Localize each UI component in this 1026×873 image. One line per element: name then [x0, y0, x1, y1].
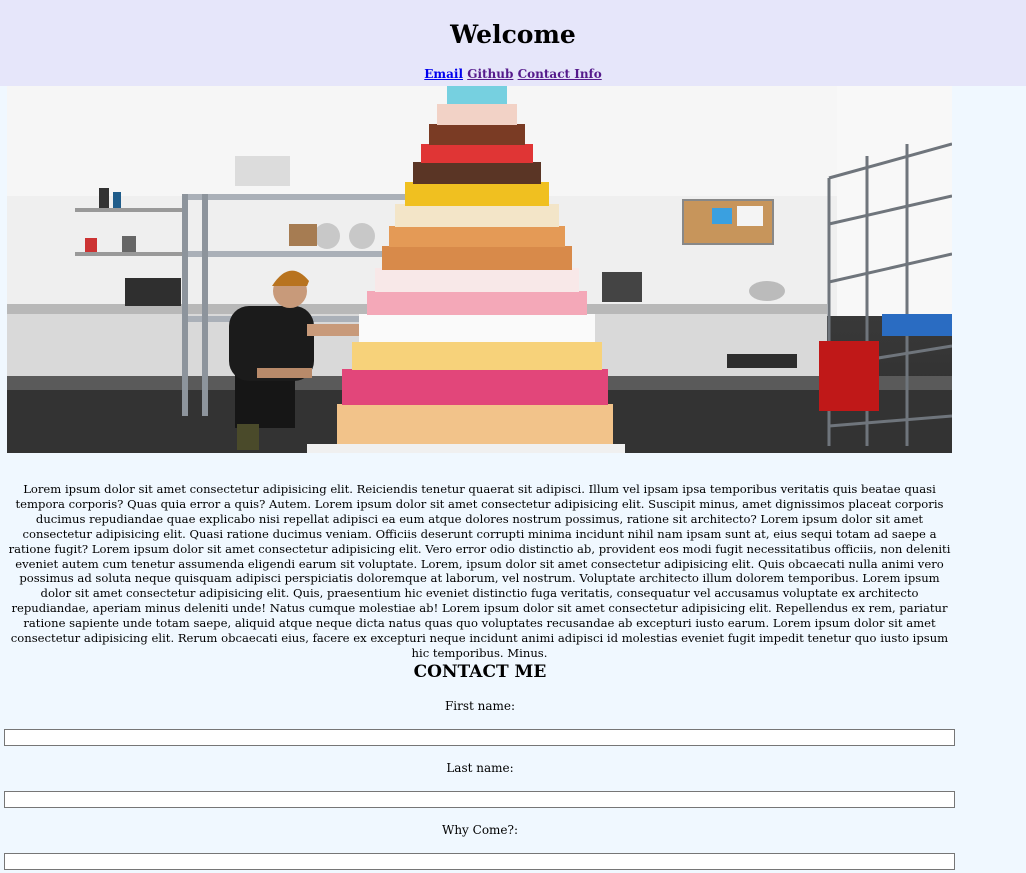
last-name-input[interactable]	[4, 791, 955, 808]
why-come-input[interactable]	[4, 853, 955, 870]
first-name-input[interactable]	[4, 729, 955, 746]
github-link[interactable]: Github	[467, 67, 513, 81]
contact-heading: CONTACT ME	[413, 662, 547, 682]
intro-paragraph: Lorem ipsum dolor sit amet consectetur a…	[8, 482, 951, 660]
hero-image	[7, 86, 952, 453]
first-name-label: First name:	[444, 699, 516, 713]
page-title: Welcome	[450, 20, 576, 49]
email-link[interactable]: Email	[424, 67, 463, 81]
site-header: Welcome Email Github Contact Info	[0, 0, 1026, 86]
header-nav: Email Github Contact Info	[0, 67, 1026, 81]
last-name-label: Last name:	[446, 761, 514, 775]
contact-info-link[interactable]: Contact Info	[518, 67, 602, 81]
why-come-label: Why Come?:	[441, 823, 519, 837]
